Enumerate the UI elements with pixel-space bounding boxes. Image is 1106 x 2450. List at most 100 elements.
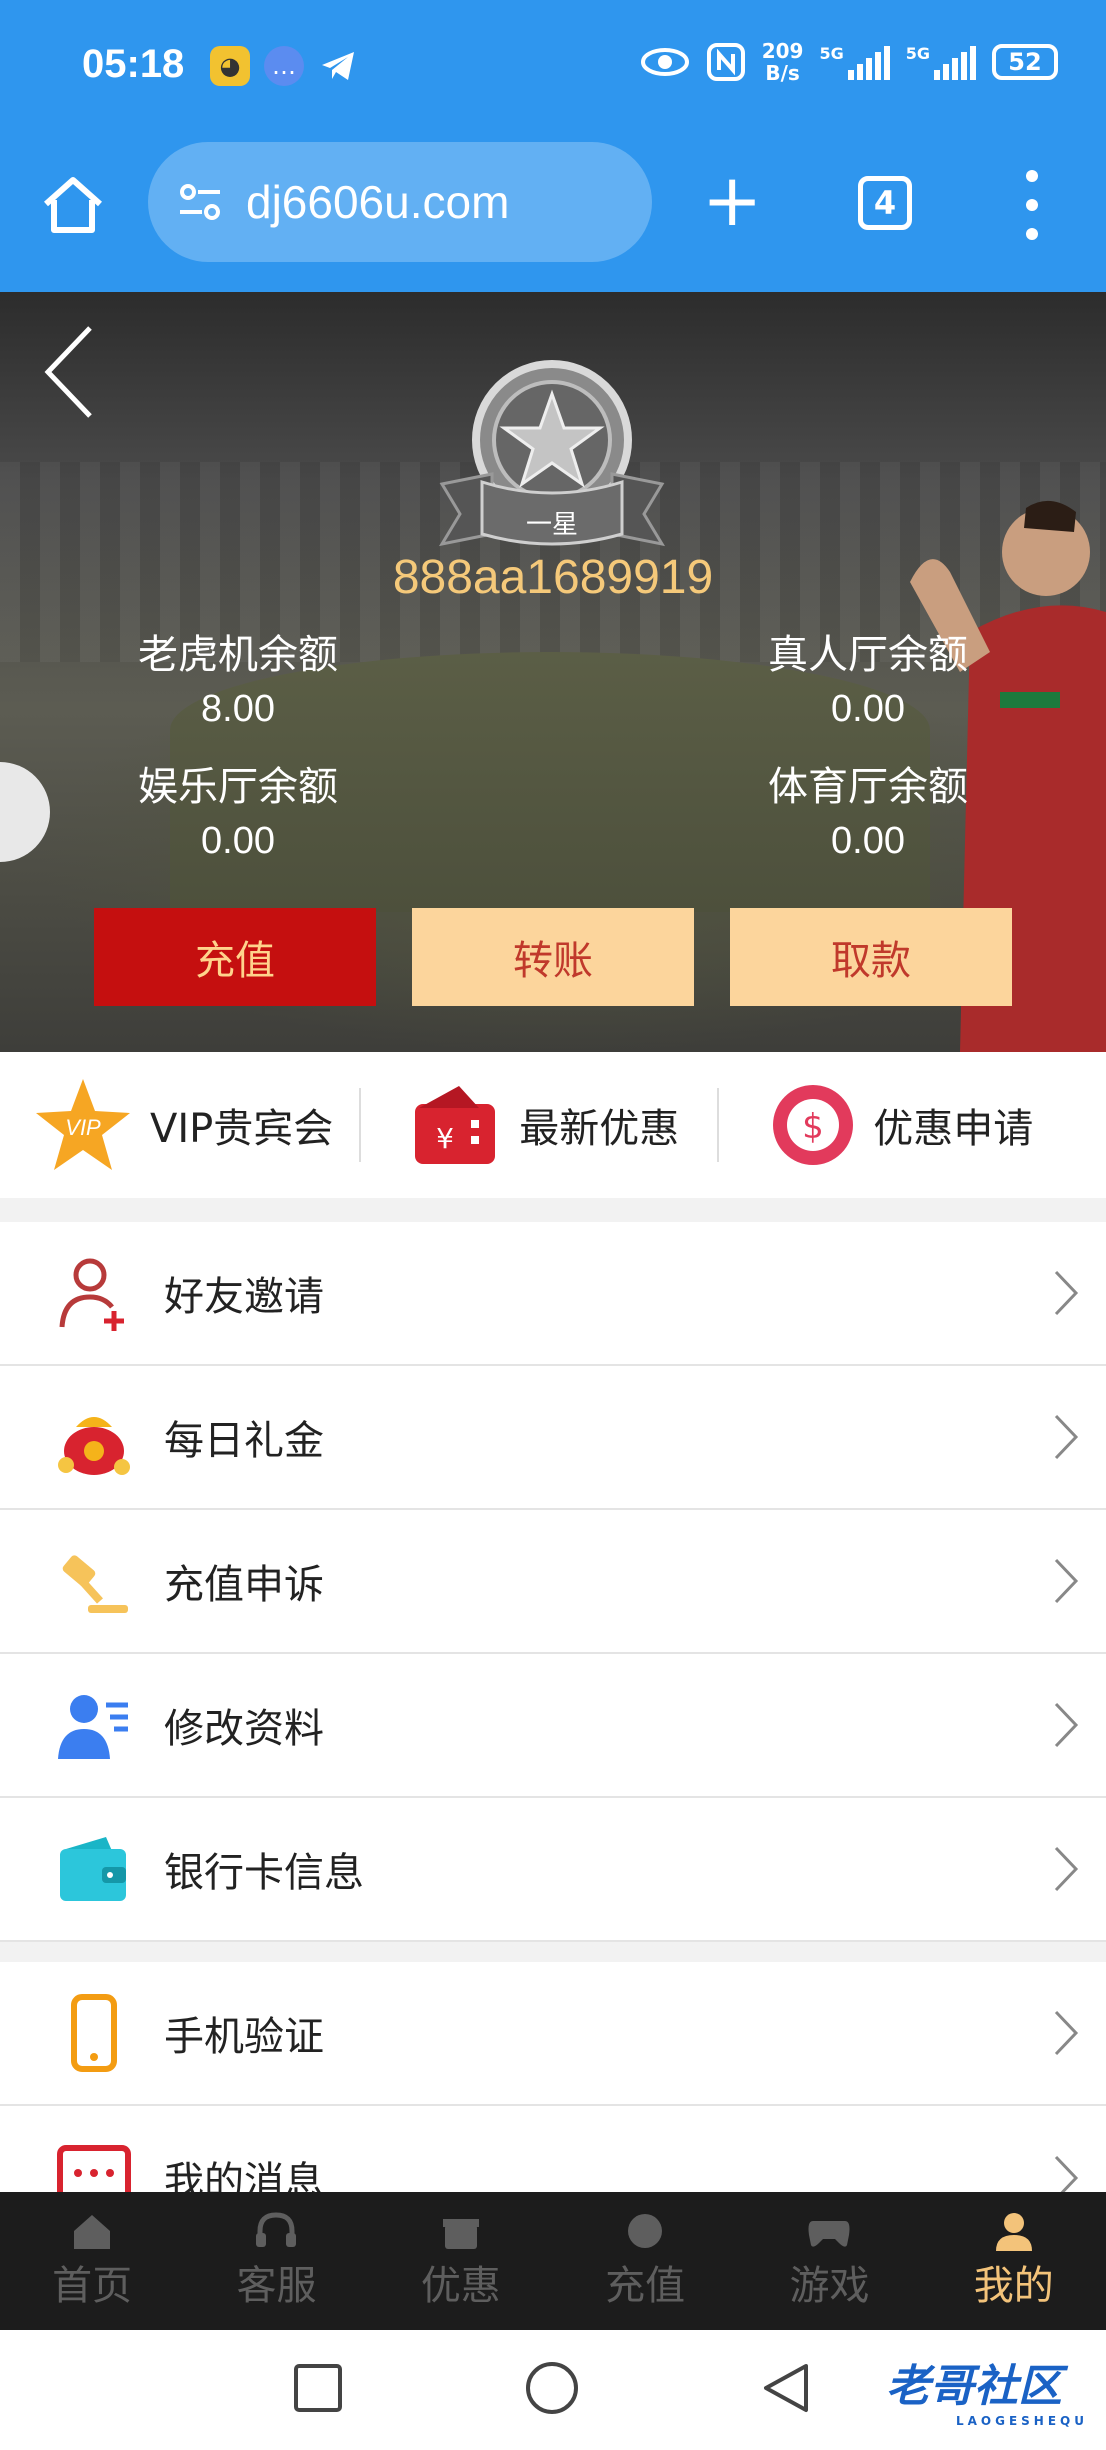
battery-level: 52 [1008, 48, 1042, 76]
signal-sim2: 5G [906, 44, 976, 80]
nav-mine[interactable]: 我的 [922, 2192, 1106, 2330]
status-bar: 05:18 ◕ … 209 B/s 5G 5G 52 [0, 0, 1106, 140]
entertainment-balance-label: 娱乐厅余额 [138, 764, 338, 810]
profile-header: 一星 888aa1689919 老虎机余额 8.00 真人厅余额 0.00 娱乐… [0, 292, 1106, 1052]
edit-profile-item[interactable]: 修改资料 [0, 1654, 1106, 1798]
watermark-logo: 老哥社区 LAOGESHEQU [886, 2350, 1088, 2428]
football-image [0, 762, 50, 862]
divider [717, 1088, 720, 1162]
promo-apply-link[interactable]: $ 优惠申请 [771, 1052, 1033, 1198]
divider [359, 1088, 362, 1162]
url-text: dj6606u.com [246, 176, 510, 228]
back-triangle-icon[interactable] [758, 2360, 814, 2416]
invite-friends-label: 好友邀请 [164, 1274, 324, 1320]
home-circle-icon[interactable] [524, 2360, 580, 2416]
live-balance-value: 0.00 [831, 688, 905, 730]
watermark-sub: LAOGESHEQU [955, 2414, 1088, 2428]
entertainment-balance-value: 0.00 [201, 820, 275, 862]
nav-home-label: 首页 [52, 2263, 133, 2309]
notification-icons: ◕ … [210, 46, 358, 86]
vip-star-icon: VIP [36, 1079, 130, 1170]
deposit-button[interactable]: 充值 [94, 908, 376, 1006]
chevron-right-icon [1054, 2010, 1079, 2056]
nav-home[interactable]: 首页 [0, 2192, 184, 2330]
invite-friends-item[interactable]: 好友邀请 [0, 1222, 1106, 1366]
home-icon [74, 2215, 111, 2249]
money-bag-icon [58, 1417, 130, 1475]
deposit-appeal-item[interactable]: 充值申诉 [0, 1510, 1106, 1654]
sim1-label: 5G [819, 44, 844, 63]
slot-balance-value: 8.00 [201, 688, 275, 730]
nav-service-label: 客服 [236, 2263, 317, 2309]
chevron-right-icon [1054, 1702, 1079, 1748]
nav-promo[interactable]: 优惠 [369, 2192, 553, 2330]
browser-menu-button[interactable] [1012, 170, 1052, 240]
bank-card-item[interactable]: 银行卡信息 [0, 1798, 1106, 1942]
back-icon[interactable] [40, 322, 100, 422]
net-speed-unit: B/s [765, 61, 800, 85]
withdraw-button[interactable]: 取款 [730, 908, 1012, 1006]
deposit-appeal-label: 充值申诉 [164, 1562, 324, 1608]
promo-apply-label: 优惠申请 [873, 1106, 1034, 1152]
phone-verify-item[interactable]: 手机验证 [0, 1962, 1106, 2106]
slot-balance-label: 老虎机余额 [138, 632, 338, 678]
nav-promo-label: 优惠 [420, 2263, 501, 2309]
gamepad-icon [808, 2221, 850, 2247]
signal-bars-icon [847, 44, 890, 80]
nav-games[interactable]: 游戏 [737, 2192, 921, 2330]
username: 888aa1689919 [392, 551, 714, 604]
section-gap [0, 1198, 1106, 1222]
user-edit-icon [58, 1695, 128, 1759]
svg-text:VIP: VIP [65, 1115, 101, 1140]
chevron-right-icon [1054, 1846, 1079, 1892]
vip-club-link[interactable]: VIP VIP贵宾会 [34, 1052, 333, 1198]
daily-bonus-item[interactable]: 每日礼金 [0, 1366, 1106, 1510]
watermark-title: 老哥社区 [885, 2361, 1062, 2412]
bank-card-label: 银行卡信息 [164, 1850, 364, 1896]
chat-bubble-icon: … [264, 46, 304, 86]
sports-balance-value: 0.00 [831, 820, 905, 862]
bottom-nav: 首页 客服 优惠 充值 游戏 我的 [0, 2192, 1106, 2330]
headset-icon [256, 2212, 297, 2247]
chevron-right-icon [1054, 1558, 1079, 1604]
system-nav-bar: 老哥社区 LAOGESHEQU [0, 2330, 1106, 2450]
chevron-right-icon [1054, 1414, 1079, 1460]
deposit-icon [628, 2214, 663, 2248]
phone-icon [71, 1994, 117, 2072]
nav-deposit[interactable]: 充值 [553, 2192, 737, 2330]
nav-games-label: 游戏 [789, 2263, 870, 2309]
nfc-icon [706, 43, 745, 81]
vip-club-label: VIP贵宾会 [150, 1106, 334, 1152]
new-tab-button[interactable]: + [702, 164, 762, 236]
net-speed: 209 B/s [762, 40, 804, 84]
quick-links: VIP VIP贵宾会 ¥ 最新优惠 $ 优惠申请 [0, 1052, 1106, 1198]
chevron-right-icon [1054, 1270, 1079, 1316]
gift-icon [442, 2219, 479, 2249]
svg-text:$: $ [802, 1107, 824, 1147]
signal-bars-icon [934, 44, 976, 80]
sim2-label: 5G [905, 44, 930, 63]
transfer-button[interactable]: 转账 [412, 908, 694, 1006]
user-icon [995, 2213, 1032, 2251]
battery-icon: 52 [992, 44, 1058, 80]
status-right: 209 B/s 5G 5G 52 [640, 40, 1058, 84]
site-settings-icon[interactable] [170, 172, 230, 232]
latest-promo-label: 最新优惠 [519, 1106, 680, 1152]
svg-text:¥: ¥ [436, 1122, 454, 1155]
recent-apps-icon[interactable] [290, 2360, 346, 2416]
net-speed-value: 209 [761, 39, 804, 63]
signal-sim1: 5G [819, 44, 890, 80]
telegram-icon [318, 46, 358, 86]
edit-profile-label: 修改资料 [164, 1706, 324, 1752]
duck-app-icon: ◕ [210, 46, 250, 86]
phone-verify-label: 手机验证 [164, 2014, 324, 2060]
nav-deposit-label: 充值 [605, 2263, 686, 2309]
home-icon[interactable] [38, 170, 108, 240]
address-bar[interactable]: dj6606u.com [148, 142, 652, 262]
daily-bonus-label: 每日礼金 [164, 1418, 324, 1464]
latest-promo-link[interactable]: ¥ 最新优惠 [409, 1052, 679, 1198]
browser-toolbar: dj6606u.com + 4 [0, 140, 1106, 292]
dollar-chip-icon: $ [773, 1085, 854, 1165]
nav-service[interactable]: 客服 [184, 2192, 368, 2330]
tab-switcher-button[interactable]: 4 [858, 176, 912, 230]
